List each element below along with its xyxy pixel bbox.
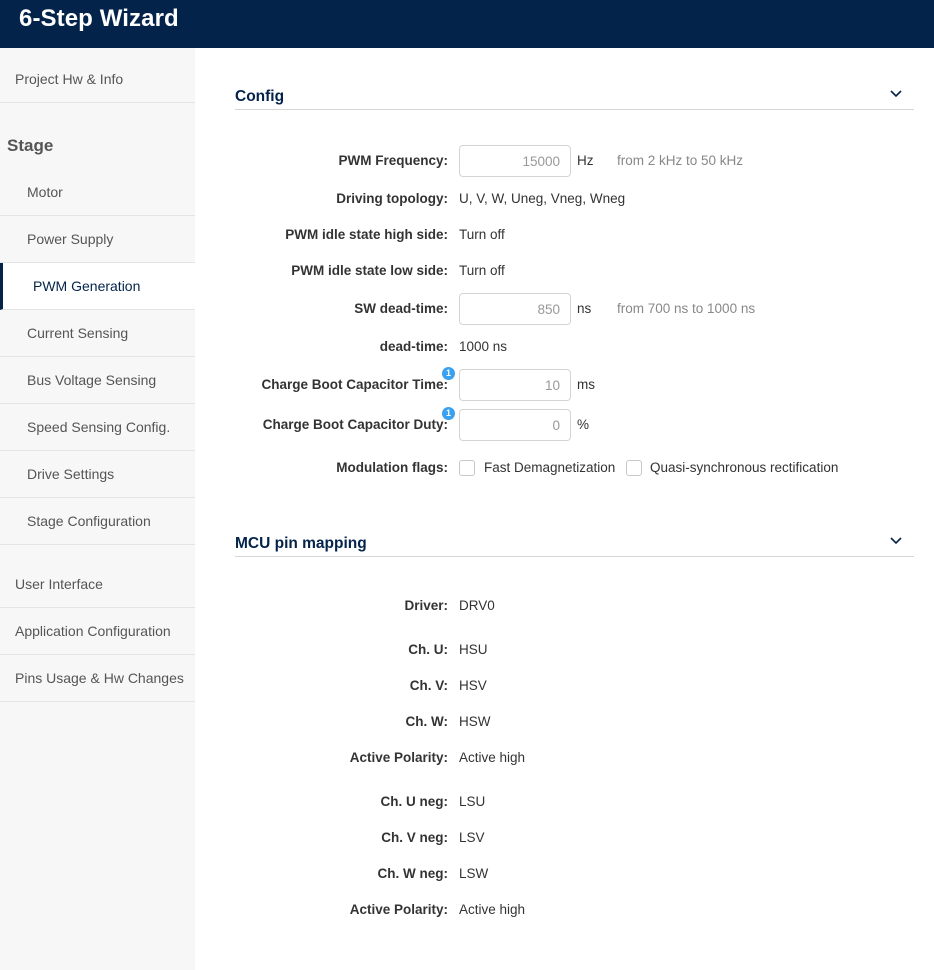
- sw-deadtime-label: SW dead-time:: [354, 301, 448, 316]
- driver-label: Driver:: [404, 598, 448, 613]
- ch-u-label: Ch. U:: [408, 642, 448, 657]
- info-badge-icon[interactable]: 1: [442, 367, 455, 380]
- sidebar-item-pwm-generation[interactable]: PWM Generation: [0, 263, 195, 310]
- driving-topology-value: U, V, W, Uneg, Vneg, Wneg: [459, 191, 626, 206]
- quasi-sync-rectification-label[interactable]: Quasi-synchronous rectification: [650, 460, 838, 475]
- config-section-divider: [235, 109, 914, 110]
- sidebar-item-user-interface[interactable]: User Interface: [0, 561, 195, 608]
- idle-low-label: PWM idle state low side:: [291, 263, 448, 278]
- sidebar-item-label: Pins Usage & Hw Changes: [15, 670, 184, 686]
- quasi-sync-rectification-checkbox[interactable]: [626, 460, 642, 476]
- boot-duty-unit: %: [577, 417, 590, 432]
- config-section-title[interactable]: Config: [235, 88, 284, 106]
- chevron-down-icon[interactable]: [888, 88, 904, 100]
- sidebar-item-label: Motor: [27, 184, 63, 200]
- sidebar-item-label: User Interface: [15, 576, 103, 592]
- sidebar-item-project-hw-info[interactable]: Project Hw & Info: [0, 56, 195, 103]
- active-polarity-low-label: Active Polarity:: [349, 902, 448, 917]
- boot-time-input[interactable]: [459, 369, 571, 401]
- boot-duty-label: Charge Boot Capacitor Duty:: [262, 417, 448, 432]
- chevron-down-icon[interactable]: [888, 535, 904, 547]
- sidebar-item-label: Current Sensing: [27, 325, 129, 341]
- modulation-flags-label: Modulation flags:: [336, 460, 448, 475]
- ch-v-label: Ch. V:: [409, 678, 448, 693]
- ch-w-neg-label: Ch. W neg:: [377, 866, 449, 881]
- ch-u-value: HSU: [459, 642, 488, 657]
- sidebar-item-application-configuration[interactable]: Application Configuration: [0, 608, 195, 655]
- ch-u-neg-label: Ch. U neg:: [380, 794, 449, 809]
- sidebar-item-label: PWM Generation: [33, 278, 141, 294]
- boot-time-unit: ms: [577, 377, 595, 392]
- sidebar-item-pins-usage-hw-changes[interactable]: Pins Usage & Hw Changes: [0, 655, 195, 702]
- sidebar-item-speed-sensing-config[interactable]: Speed Sensing Config.: [0, 404, 195, 451]
- pwm-frequency-input[interactable]: [459, 145, 571, 177]
- active-polarity-low-value: Active high: [459, 902, 526, 917]
- sidebar-item-label: Power Supply: [27, 231, 114, 247]
- boot-time-label: Charge Boot Capacitor Time:: [261, 377, 448, 392]
- ch-v-neg-label: Ch. V neg:: [381, 830, 448, 845]
- pwm-frequency-label: PWM Frequency:: [338, 153, 448, 168]
- fast-demagnetization-label[interactable]: Fast Demagnetization: [484, 460, 615, 475]
- idle-high-label: PWM idle state high side:: [285, 227, 448, 242]
- sw-deadtime-hint: from 700 ns to 1000 ns: [617, 301, 756, 316]
- sidebar-item-label: Project Hw & Info: [15, 71, 124, 87]
- sidebar-item-label: Bus Voltage Sensing: [27, 372, 157, 388]
- sidebar-item-label: Stage Configuration: [27, 513, 151, 529]
- driver-value: DRV0: [459, 598, 495, 613]
- deadtime-value: 1000 ns: [459, 339, 508, 354]
- mcu-section-divider: [235, 556, 914, 557]
- sw-deadtime-input[interactable]: [459, 293, 571, 325]
- active-polarity-high-value: Active high: [459, 750, 526, 765]
- sw-deadtime-unit: ns: [577, 301, 592, 316]
- ch-w-label: Ch. W:: [405, 714, 449, 729]
- deadtime-label: dead-time:: [379, 339, 448, 354]
- driving-topology-label: Driving topology:: [336, 191, 448, 206]
- sidebar-item-drive-settings[interactable]: Drive Settings: [0, 451, 195, 498]
- sidebar-item-label: Drive Settings: [27, 466, 115, 482]
- active-polarity-high-label: Active Polarity:: [349, 750, 448, 765]
- ch-w-value: HSW: [459, 714, 491, 729]
- app-header: 6-Step Wizard: [0, 0, 934, 48]
- pwm-frequency-hint: from 2 kHz to 50 kHz: [617, 153, 744, 168]
- ch-v-neg-value: LSV: [459, 830, 485, 845]
- mcu-section-title[interactable]: MCU pin mapping: [235, 535, 367, 553]
- sidebar-item-power-supply[interactable]: Power Supply: [0, 216, 195, 263]
- idle-high-value: Turn off: [459, 227, 505, 242]
- ch-u-neg-value: LSU: [459, 794, 486, 809]
- pwm-frequency-unit: Hz: [577, 153, 594, 168]
- info-badge-icon[interactable]: 1: [442, 407, 455, 420]
- sidebar-item-current-sensing[interactable]: Current Sensing: [0, 310, 195, 357]
- sidebar-section-stage: Stage: [7, 136, 54, 155]
- boot-duty-input[interactable]: [459, 409, 571, 441]
- sidebar-item-bus-voltage-sensing[interactable]: Bus Voltage Sensing: [0, 357, 195, 404]
- sidebar-item-motor[interactable]: Motor: [0, 169, 195, 216]
- ch-v-value: HSV: [459, 678, 487, 693]
- sidebar: Project Hw & Info Stage Motor Power Supp…: [0, 48, 195, 970]
- ch-w-neg-value: LSW: [459, 866, 489, 881]
- sidebar-item-label: Application Configuration: [15, 623, 171, 639]
- sidebar-item-stage-configuration[interactable]: Stage Configuration: [0, 498, 195, 545]
- idle-low-value: Turn off: [459, 263, 505, 278]
- fast-demagnetization-checkbox[interactable]: [459, 460, 475, 476]
- sidebar-item-label: Speed Sensing Config.: [27, 419, 171, 435]
- app-title: 6-Step Wizard: [19, 5, 179, 32]
